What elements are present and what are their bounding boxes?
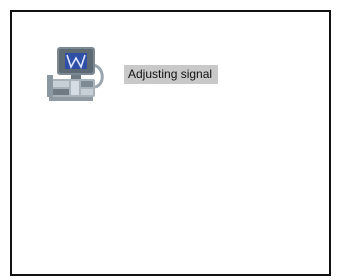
status-label: Adjusting signal	[124, 65, 219, 84]
dialog-frame: Adjusting signal	[10, 10, 331, 276]
scanner-device-icon	[45, 41, 107, 105]
